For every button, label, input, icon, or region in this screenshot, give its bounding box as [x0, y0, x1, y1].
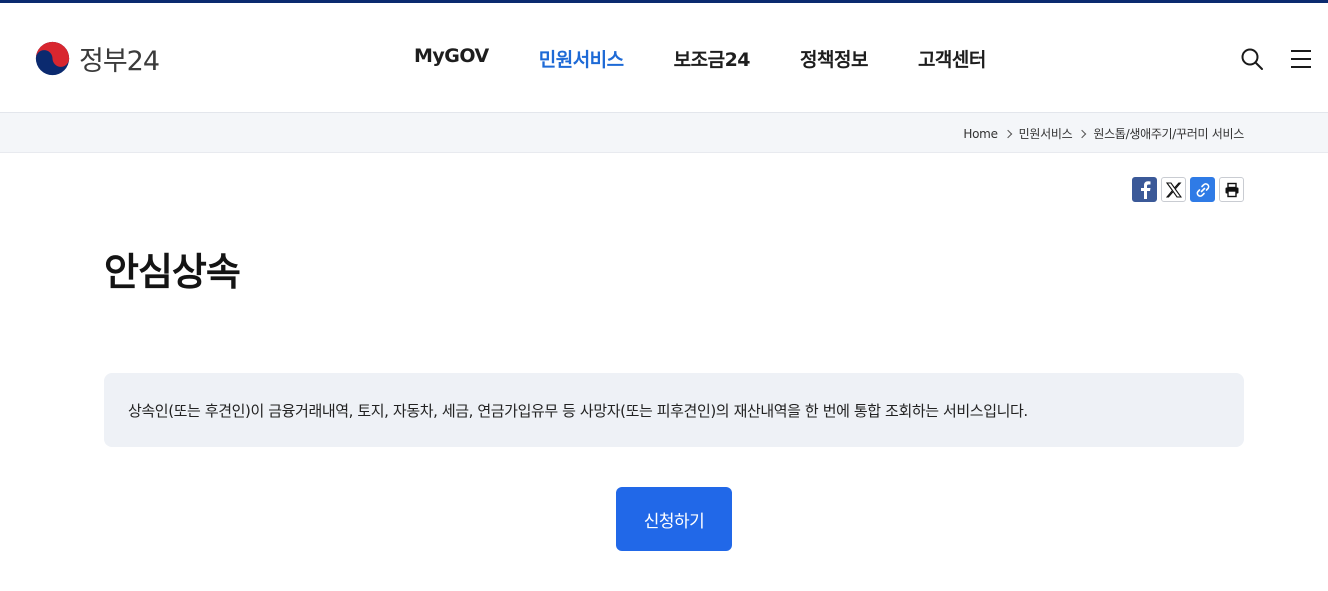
hamburger-menu-icon[interactable] [1290, 49, 1312, 69]
breadcrumb-bar: Home 민원서비스 원스톱/생애주기/꾸러미 서비스 [0, 113, 1328, 153]
facebook-icon[interactable] [1132, 177, 1157, 202]
search-icon[interactable] [1240, 47, 1264, 71]
x-icon[interactable] [1161, 177, 1186, 202]
nav-item-policy-info[interactable]: 정책정보 [800, 45, 868, 72]
share-toolbar [1132, 177, 1244, 202]
nav-item-subsidy24[interactable]: 보조금24 [674, 45, 751, 72]
breadcrumb: Home 민원서비스 원스톱/생애주기/꾸러미 서비스 [963, 125, 1244, 142]
home-logo-link[interactable]: 정부24 [34, 39, 160, 78]
service-description-box: 상속인(또는 후견인)이 금융거래내역, 토지, 자동차, 세금, 연금가입유무… [104, 373, 1244, 447]
chevron-right-icon [1003, 129, 1012, 138]
link-icon[interactable] [1190, 177, 1215, 202]
nav-item-customer-center[interactable]: 고객센터 [918, 45, 986, 72]
apply-button[interactable]: 신청하기 [616, 487, 732, 551]
chevron-right-icon [1078, 129, 1087, 138]
print-icon[interactable] [1219, 177, 1244, 202]
main-nav: MyGOV 민원서비스 보조금24 정책정보 고객센터 [388, 45, 1036, 72]
service-description: 상속인(또는 후견인)이 금융거래내역, 토지, 자동차, 세금, 연금가입유무… [128, 401, 1028, 420]
breadcrumb-civil-service[interactable]: 민원서비스 [1019, 125, 1073, 142]
site-header: 정부24 MyGOV 민원서비스 보조금24 정책정보 고객센터 [0, 3, 1328, 113]
breadcrumb-current[interactable]: 원스톱/생애주기/꾸러미 서비스 [1093, 125, 1244, 142]
breadcrumb-home[interactable]: Home [963, 127, 998, 141]
nav-item-mygov[interactable]: MyGOV [414, 45, 489, 72]
page-title: 안심상속 [104, 250, 241, 294]
logo-text: 정부24 [79, 46, 160, 77]
header-icons [1240, 47, 1312, 71]
taegeuk-logo-icon [35, 41, 70, 76]
nav-item-civil-service[interactable]: 민원서비스 [539, 45, 624, 72]
